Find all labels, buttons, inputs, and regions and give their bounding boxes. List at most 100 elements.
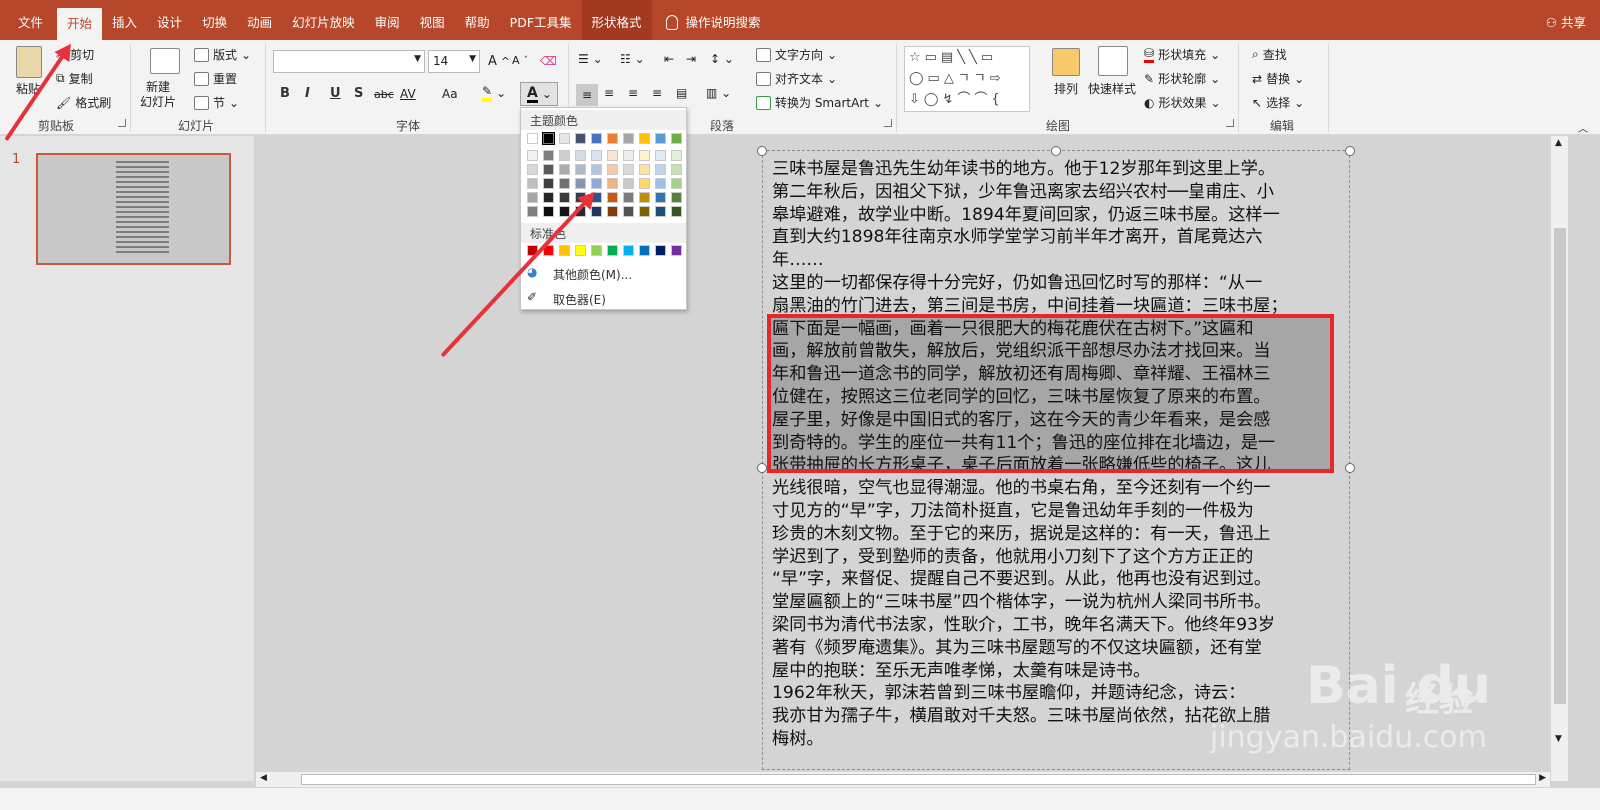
theme-shade-swatch[interactable] [607,206,618,217]
tab-view[interactable]: 视图 [410,0,455,40]
new-slide-button[interactable]: 新建 幻灯片 [140,80,176,110]
scroll-up-icon[interactable]: ▲ [1555,138,1562,148]
theme-shade-swatch[interactable] [655,192,666,203]
resize-handle[interactable] [1051,146,1061,156]
theme-color-swatch[interactable] [591,133,602,144]
theme-shade-swatch[interactable] [607,178,618,189]
quick-styles-button[interactable]: 快速样式 [1088,80,1136,97]
theme-shade-swatch[interactable] [623,150,634,161]
resize-handle[interactable] [1345,463,1355,473]
tab-slideshow[interactable]: 幻灯片放映 [282,0,365,40]
theme-color-swatch[interactable] [655,133,666,144]
eyedropper-item[interactable]: ✐ 取色器(E) [527,290,606,308]
theme-shade-swatch[interactable] [623,178,634,189]
format-painter-button[interactable]: 🖌 格式刷 [56,94,111,111]
theme-shade-swatch[interactable] [527,192,538,203]
clipboard-launcher-icon[interactable] [118,119,126,127]
shape-effects-button[interactable]: ◐ 形状效果 ⌄ [1144,94,1221,111]
change-case-button[interactable]: Aa [442,87,458,101]
standard-color-swatch[interactable] [623,245,634,256]
slide-thumbnail[interactable] [36,153,231,265]
theme-shade-swatch[interactable] [671,178,682,189]
standard-color-swatch[interactable] [559,245,570,256]
smartart-button[interactable]: 转换为 SmartArt ⌄ [756,94,883,111]
standard-color-swatch[interactable] [607,245,618,256]
scroll-left-icon[interactable]: ◀ [260,773,267,783]
theme-shade-swatch[interactable] [639,178,650,189]
theme-shade-swatch[interactable] [623,206,634,217]
char-spacing-button[interactable]: AV [400,87,416,101]
line-spacing-button[interactable]: ↕ ⌄ [710,52,734,66]
theme-color-swatch[interactable] [575,133,586,144]
align-text-button[interactable]: 对齐文本 ⌄ [756,70,837,87]
theme-shade-swatch[interactable] [559,164,570,175]
theme-shade-swatch[interactable] [671,192,682,203]
theme-shade-swatch[interactable] [639,192,650,203]
font-color-button[interactable]: A ⌄ [520,82,558,106]
decrease-indent-button[interactable]: ⇤ [664,52,674,66]
theme-shade-swatch[interactable] [559,192,570,203]
font-name-combobox[interactable]: ▼ [273,50,425,73]
font-size-combobox[interactable]: 14 ▼ [428,50,480,73]
arrange-icon[interactable] [1052,48,1080,76]
theme-shade-swatch[interactable] [671,206,682,217]
align-left-button[interactable]: ≡ [576,84,598,106]
tab-review[interactable]: 审阅 [365,0,410,40]
horizontal-scrollbar[interactable]: ◀ ▶ [256,771,1550,787]
replace-button[interactable]: ⇄ 替换 ⌄ [1252,70,1304,87]
text-direction-button[interactable]: 文字方向 ⌄ [756,46,837,63]
theme-color-swatch[interactable] [527,133,538,144]
theme-shade-swatch[interactable] [607,192,618,203]
shape-outline-button[interactable]: ✎ 形状轮廓 ⌄ [1144,70,1220,87]
theme-shade-swatch[interactable] [559,206,570,217]
theme-color-swatch[interactable] [607,133,618,144]
theme-shade-swatch[interactable] [639,206,650,217]
paragraph-launcher-icon[interactable] [884,119,892,127]
theme-color-swatch[interactable] [639,133,650,144]
clear-formatting-icon[interactable]: ⌫ [540,54,557,68]
scroll-right-icon[interactable]: ▶ [1539,773,1546,783]
tell-me-search[interactable]: 操作说明搜索 [684,0,771,40]
standard-color-swatch[interactable] [671,245,682,256]
standard-color-swatch[interactable] [655,245,666,256]
theme-shade-swatch[interactable] [655,164,666,175]
align-right-button[interactable]: ≡ [628,86,638,100]
highlight-color-button[interactable]: ✎ ⌄ [482,84,506,102]
theme-shade-swatch[interactable] [543,178,554,189]
resize-handle[interactable] [757,146,767,156]
theme-shade-swatch[interactable] [671,164,682,175]
justify-button[interactable]: ≡ [652,86,662,100]
theme-shade-swatch[interactable] [543,150,554,161]
theme-shade-swatch[interactable] [655,206,666,217]
theme-shade-swatch[interactable] [575,164,586,175]
align-center-button[interactable]: ≡ [604,86,614,100]
theme-shade-swatch[interactable] [607,150,618,161]
theme-shade-swatch[interactable] [591,178,602,189]
tab-shape-format[interactable]: 形状格式 [581,0,652,40]
more-colors-item[interactable]: ◕ 其他颜色(M)... [527,265,632,283]
theme-color-swatch[interactable] [623,133,634,144]
theme-shade-swatch[interactable] [671,150,682,161]
theme-shade-swatch[interactable] [527,150,538,161]
tab-animations[interactable]: 动画 [237,0,282,40]
standard-color-swatch[interactable] [591,245,602,256]
theme-color-swatch[interactable] [671,133,682,144]
theme-shade-swatch[interactable] [527,206,538,217]
bullets-button[interactable]: ☰ ⌄ [578,52,603,66]
layout-button[interactable]: 版式 ⌄ [194,46,251,63]
theme-shade-swatch[interactable] [591,164,602,175]
theme-shade-swatch[interactable] [623,192,634,203]
tab-design[interactable]: 设计 [147,0,192,40]
theme-color-swatch[interactable] [559,133,570,144]
quick-styles-icon[interactable] [1098,46,1128,76]
increase-indent-button[interactable]: ⇥ [686,52,696,66]
theme-shade-swatch[interactable] [527,164,538,175]
theme-shade-swatch[interactable] [543,206,554,217]
theme-shade-swatch[interactable] [543,164,554,175]
tab-pdf-tools[interactable]: PDF工具集 [500,0,582,40]
theme-shade-swatch[interactable] [575,150,586,161]
theme-shade-swatch[interactable] [655,150,666,161]
tab-transitions[interactable]: 切换 [192,0,237,40]
theme-shade-swatch[interactable] [527,178,538,189]
theme-shade-swatch[interactable] [639,150,650,161]
